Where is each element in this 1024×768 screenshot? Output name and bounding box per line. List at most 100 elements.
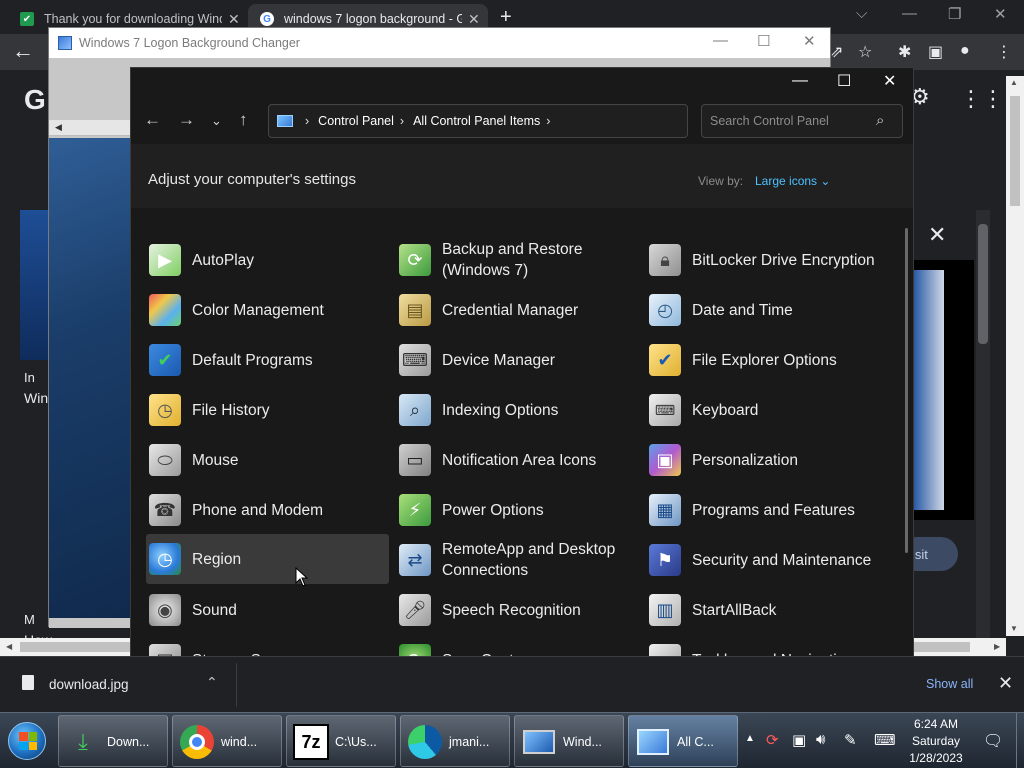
cp-item-mouse[interactable]: ⬭ Mouse <box>146 435 389 485</box>
scroll-left-icon[interactable]: ◀ <box>6 642 12 651</box>
cp-item-sync-center[interactable]: ⟳ Sync Center <box>396 635 639 657</box>
chevron-down-icon[interactable]: ⌄ <box>211 113 222 129</box>
restore-icon[interactable]: ❐ <box>948 5 961 23</box>
result-thumbnail[interactable] <box>20 210 48 360</box>
back-arrow-icon[interactable]: ← <box>144 110 161 130</box>
sync-error-icon[interactable]: ⟳ <box>766 731 779 749</box>
scroll-down-icon[interactable]: ▼ <box>1010 624 1018 633</box>
minimize-icon[interactable]: — <box>713 32 728 49</box>
cp-item-label: Keyboard <box>692 401 759 419</box>
close-icon[interactable]: ✕ <box>994 5 1007 23</box>
search-icon[interactable]: ⌕ <box>876 112 884 129</box>
back-button[interactable]: ← <box>12 38 34 64</box>
minimize-icon[interactable]: — <box>792 72 808 90</box>
taskbar-button-7zip[interactable]: 7z C:\Us... <box>286 715 396 767</box>
forward-arrow-icon[interactable]: → <box>178 110 195 130</box>
new-tab-button[interactable]: + <box>500 6 512 29</box>
start-button[interactable] <box>8 722 46 760</box>
cp-item-color-management[interactable]: Color Management <box>146 285 389 335</box>
profile-icon[interactable]: ● <box>960 42 970 60</box>
close-icon[interactable]: ✕ <box>228 11 240 28</box>
show-all-link[interactable]: Show all <box>926 677 973 691</box>
page-scrollbar[interactable]: ▲ ▼ <box>1006 76 1024 636</box>
items-scrollbar[interactable] <box>905 228 908 553</box>
cp-item-file-history[interactable]: ◷ File History <box>146 385 389 435</box>
view-by-value[interactable]: Large icons <box>755 174 817 188</box>
result-source[interactable]: In <box>24 370 35 385</box>
cp-item-startallback[interactable]: ▥ StartAllBack <box>646 585 889 635</box>
scroll-right-icon[interactable]: ▶ <box>994 642 1000 651</box>
chevron-down-icon[interactable]: ⌄ <box>820 174 830 188</box>
address-bar[interactable]: › Control Panel › All Control Panel Item… <box>268 104 812 138</box>
pen-icon[interactable]: ✎ <box>844 731 857 749</box>
thumbnail-strip[interactable]: ◀ <box>49 120 132 136</box>
volume-icon[interactable]: 🔊︎ <box>816 731 825 748</box>
search-box[interactable]: ⌕ <box>701 104 903 138</box>
close-icon[interactable]: ✕ <box>803 32 816 50</box>
cp-item-autoplay[interactable]: ▶ AutoPlay <box>146 235 389 285</box>
chevron-up-icon[interactable]: ⌃ <box>206 674 218 691</box>
cp-item-programs-features[interactable]: ▦ Programs and Features <box>646 485 889 535</box>
chevron-right-icon[interactable]: › <box>400 114 404 128</box>
taskbar-button-chrome[interactable]: wind... <box>172 715 282 767</box>
cp-item-speech-recognition[interactable]: 🎤︎ Speech Recognition <box>396 585 639 635</box>
download-filename[interactable]: download.jpg <box>49 677 129 692</box>
view-by-dropdown[interactable]: Large icons ⌄ <box>755 174 830 188</box>
clock-time[interactable]: 6:24 AM <box>888 717 984 731</box>
up-arrow-icon[interactable]: ↑ <box>239 110 248 130</box>
maximize-icon[interactable]: ☐ <box>837 71 851 91</box>
cp-item-date-time[interactable]: ◴ Date and Time <box>646 285 889 335</box>
breadcrumb-control-panel[interactable]: Control Panel <box>318 114 394 128</box>
search-input[interactable] <box>702 105 872 137</box>
minimize-icon[interactable]: — <box>902 5 917 22</box>
cp-item-indexing-options[interactable]: ⌕ Indexing Options <box>396 385 639 435</box>
result-title[interactable]: Win <box>24 390 48 406</box>
cp-item-personalization[interactable]: ▣ Personalization <box>646 435 889 485</box>
result-source[interactable]: M <box>24 612 35 627</box>
show-desktop-button[interactable] <box>1016 713 1024 768</box>
chevron-down-icon[interactable]: ⌵ <box>856 5 867 22</box>
breadcrumb-all-items[interactable]: All Control Panel Items <box>413 114 540 128</box>
chevron-up-icon[interactable]: ▲ <box>745 733 755 744</box>
panel-scrollbar[interactable] <box>976 210 990 710</box>
cp-item-remoteapp[interactable]: ⇄ RemoteApp and Desktop Connections <box>396 535 639 585</box>
cp-item-security-maintenance[interactable]: ⚑ Security and Maintenance <box>646 535 889 585</box>
share-icon[interactable]: ⇗ <box>830 42 843 62</box>
cp-item-taskbar-navigation[interactable]: ▭ Taskbar and Navigation <box>646 635 889 657</box>
extensions-icon[interactable]: ✱ <box>898 42 911 62</box>
cp-item-device-manager[interactable]: ⌨ Device Manager <box>396 335 639 385</box>
close-icon[interactable]: ✕ <box>998 673 1013 694</box>
maximize-icon[interactable]: ☐ <box>757 32 770 50</box>
clock-day[interactable]: Saturday <box>888 734 984 748</box>
close-icon[interactable]: ✕ <box>468 11 480 28</box>
cp-item-credential-manager[interactable]: ▤ Credential Manager <box>396 285 639 335</box>
cp-item-power-options[interactable]: ⚡ Power Options <box>396 485 639 535</box>
taskbar-button-edge[interactable]: jmani... <box>400 715 510 767</box>
cp-item-file-explorer-options[interactable]: ✔ File Explorer Options <box>646 335 889 385</box>
side-panel-icon[interactable]: ▣ <box>928 42 943 62</box>
scroll-up-icon[interactable]: ▲ <box>1010 78 1018 87</box>
clock-date[interactable]: 1/28/2023 <box>888 751 984 765</box>
chevron-right-icon[interactable]: › <box>305 114 309 128</box>
chevron-right-icon[interactable]: › <box>546 114 550 128</box>
preview-image[interactable] <box>914 260 974 520</box>
taskbar-button-control-panel[interactable]: All C... <box>628 715 738 767</box>
cp-item-phone-modem[interactable]: ☎ Phone and Modem <box>146 485 389 535</box>
cp-item-sound[interactable]: ◉ Sound <box>146 585 389 635</box>
star-icon[interactable]: ☆ <box>858 42 872 62</box>
cp-item-storage-spaces[interactable]: ▤ Storage Spaces <box>146 635 389 657</box>
network-icon[interactable]: ▣ <box>792 731 806 749</box>
notification-icon[interactable]: 🗨︎ <box>983 731 1003 751</box>
close-icon[interactable]: ✕ <box>928 222 946 248</box>
cp-item-bitlocker[interactable]: 🔒︎ BitLocker Drive Encryption <box>646 235 889 285</box>
cp-item-backup-restore[interactable]: ⟳ Backup and Restore (Windows 7) <box>396 235 639 285</box>
taskbar-button-downloads[interactable]: ⤓ Down... <box>58 715 168 767</box>
taskbar-button-logon-changer[interactable]: Wind... <box>514 715 624 767</box>
cp-item-default-programs[interactable]: ✔ Default Programs <box>146 335 389 385</box>
cp-item-keyboard[interactable]: ⌨ Keyboard <box>646 385 889 435</box>
menu-icon[interactable]: ⋮ <box>996 42 1012 62</box>
close-icon[interactable]: ✕ <box>883 71 896 91</box>
scroll-left-icon[interactable]: ◀ <box>55 122 62 133</box>
cp-item-notification-area-icons[interactable]: ▭ Notification Area Icons <box>396 435 639 485</box>
cp-item-region[interactable]: ◷ Region <box>146 534 389 584</box>
